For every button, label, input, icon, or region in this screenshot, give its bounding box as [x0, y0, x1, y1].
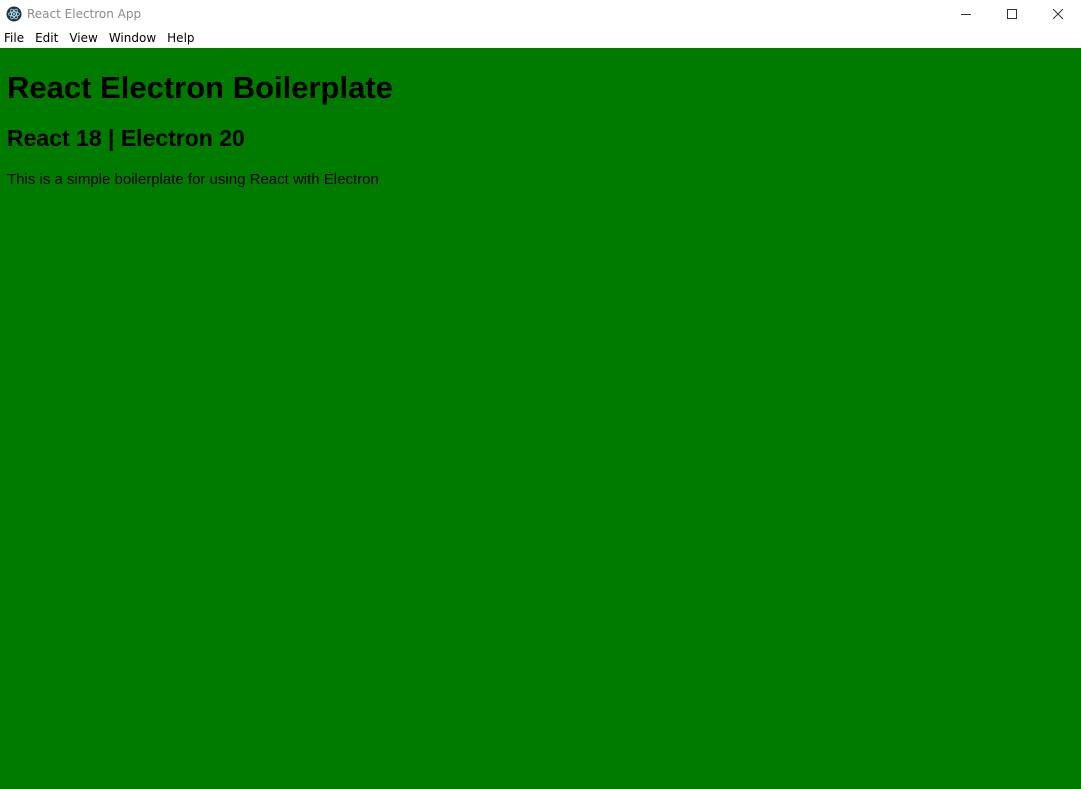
app-content: React Electron Boilerplate React 18 | El… [0, 48, 1081, 789]
electron-logo-icon [6, 6, 22, 22]
menu-help[interactable]: Help [162, 28, 200, 48]
minimize-icon [961, 14, 971, 15]
app-window: React Electron App File Edit View Window… [0, 0, 1081, 789]
minimize-button[interactable] [943, 0, 989, 28]
page-description: This is a simple boilerplate for using R… [7, 171, 379, 188]
menu-file[interactable]: File [0, 28, 30, 48]
title-bar[interactable]: React Electron App [0, 0, 1081, 28]
menu-bar: File Edit View Window Help [0, 28, 1081, 48]
maximize-button[interactable] [989, 0, 1035, 28]
page-subtitle: React 18 | Electron 20 [7, 125, 245, 151]
menu-window[interactable]: Window [104, 28, 162, 48]
window-title: React Electron App [27, 7, 142, 21]
close-button[interactable] [1035, 0, 1081, 28]
close-icon [1053, 9, 1063, 19]
menu-view[interactable]: View [64, 28, 103, 48]
menu-edit[interactable]: Edit [30, 28, 64, 48]
window-controls [943, 0, 1081, 28]
page-title: React Electron Boilerplate [7, 70, 393, 105]
maximize-icon [1007, 9, 1017, 19]
